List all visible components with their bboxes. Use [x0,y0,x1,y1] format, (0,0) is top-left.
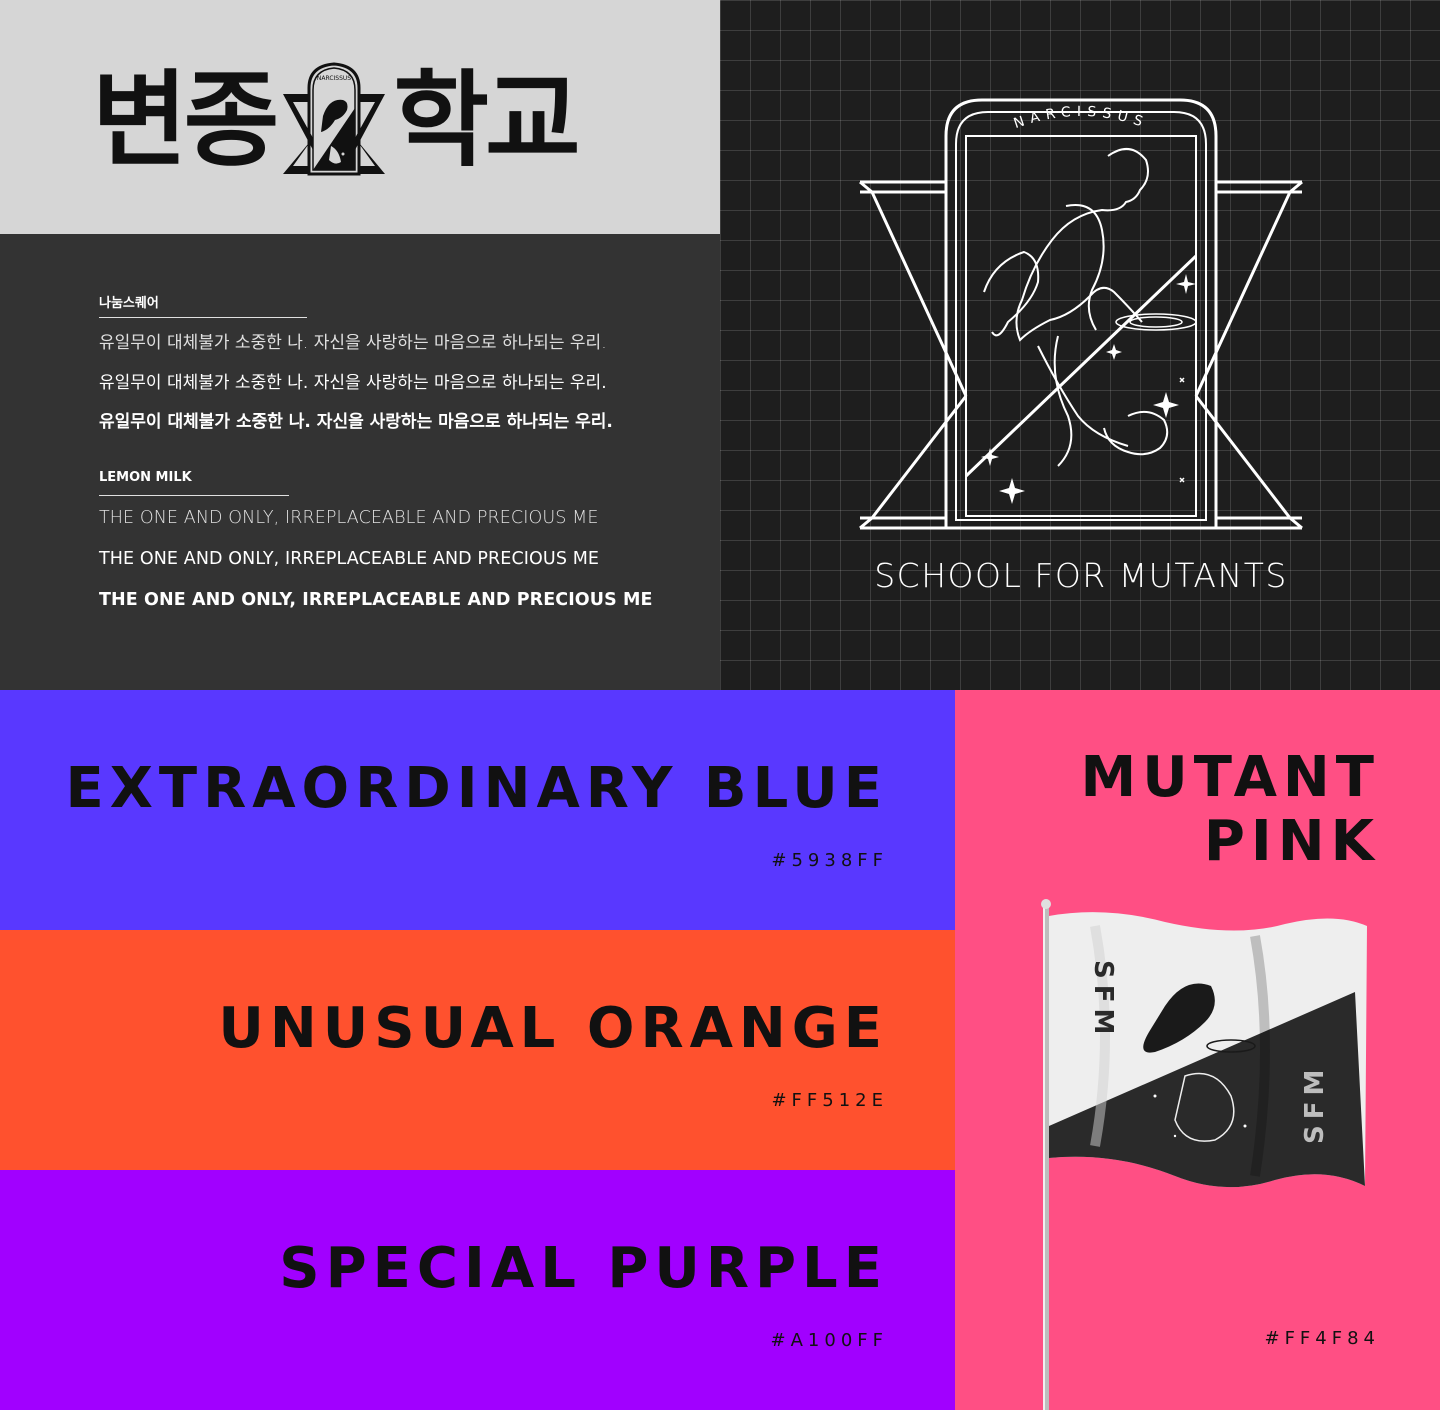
emblem-panel: NARCISSUS SCHOOL FOR MUTANTS [720,0,1440,690]
korean-font-label: 나눔스퀘어 [99,296,159,311]
swatch-pink-hex: #FF4F84 [1264,1328,1380,1349]
korean-font-divider [99,317,307,318]
korean-sample-light: 유일무이 대체불가 소중한 나. 자신을 사랑하는 마음으로 하나되는 우리. [99,333,607,353]
color-swatch-blue: EXTRAORDINARY BLUE #5938FF [0,690,955,930]
english-font-label: LEMON MILK [99,470,192,485]
swatch-purple-name: SPECIAL PURPLE [279,1236,888,1301]
wordmark-left-text: 변종 [92,59,279,181]
flag-text-bottom: SFM [1300,1064,1330,1144]
wordmark-panel: 변종 NARCISSUS 학교 [0,0,720,234]
korean-sample-regular: 유일무이 대체불가 소중한 나. 자신을 사랑하는 마음으로 하나되는 우리. [99,373,607,393]
english-font-divider [99,495,289,496]
swatch-orange-hex: #FF512E [771,1090,888,1111]
color-swatch-purple: SPECIAL PURPLE #A100FF [0,1170,955,1410]
swatch-purple-hex: #A100FF [770,1330,888,1351]
swatch-blue-name: EXTRAORDINARY BLUE [65,756,888,821]
typography-panel: 나눔스퀘어 유일무이 대체불가 소중한 나. 자신을 사랑하는 마음으로 하나되… [0,234,720,690]
emblem-arc-text: NARCISSUS [1012,104,1145,132]
wordmark-emblem-icon: NARCISSUS [283,62,386,176]
english-sample-light: THE ONE AND ONLY, IRREPLACEABLE AND PREC… [99,508,599,528]
swatch-pink-name: MUTANT PINK [1081,746,1380,874]
flag-text-top: SFM [1088,960,1118,1040]
swatch-blue-hex: #5938FF [771,850,888,871]
english-sample-bold: THE ONE AND ONLY, IRREPLACEABLE AND PREC… [99,590,653,610]
svg-text:NARCISSUS: NARCISSUS [1012,104,1151,132]
swatch-pink-name-line1: MUTANT [1080,745,1380,810]
korean-sample-bold: 유일무이 대체불가 소중한 나. 자신을 사랑하는 마음으로 하나되는 우리. [99,412,613,432]
swatch-pink-name-line2: PINK [1203,809,1380,874]
narcissus-emblem-icon: NARCISSUS [859,98,1303,530]
color-swatch-orange: UNUSUAL ORANGE #FF512E [0,930,955,1170]
korean-wordmark: 변종 NARCISSUS 학교 [92,59,581,181]
color-swatch-pink: MUTANT PINK SFM SFM #FF4F84 [955,690,1440,1410]
wordmark-right-text: 학교 [393,59,580,181]
wordmark-emblem-arc-text: NARCISSUS [317,75,351,82]
swatch-orange-name: UNUSUAL ORANGE [218,996,888,1061]
english-sample-regular: THE ONE AND ONLY, IRREPLACEABLE AND PREC… [99,549,600,569]
emblem-caption: SCHOOL FOR MUTANTS [874,556,1288,595]
